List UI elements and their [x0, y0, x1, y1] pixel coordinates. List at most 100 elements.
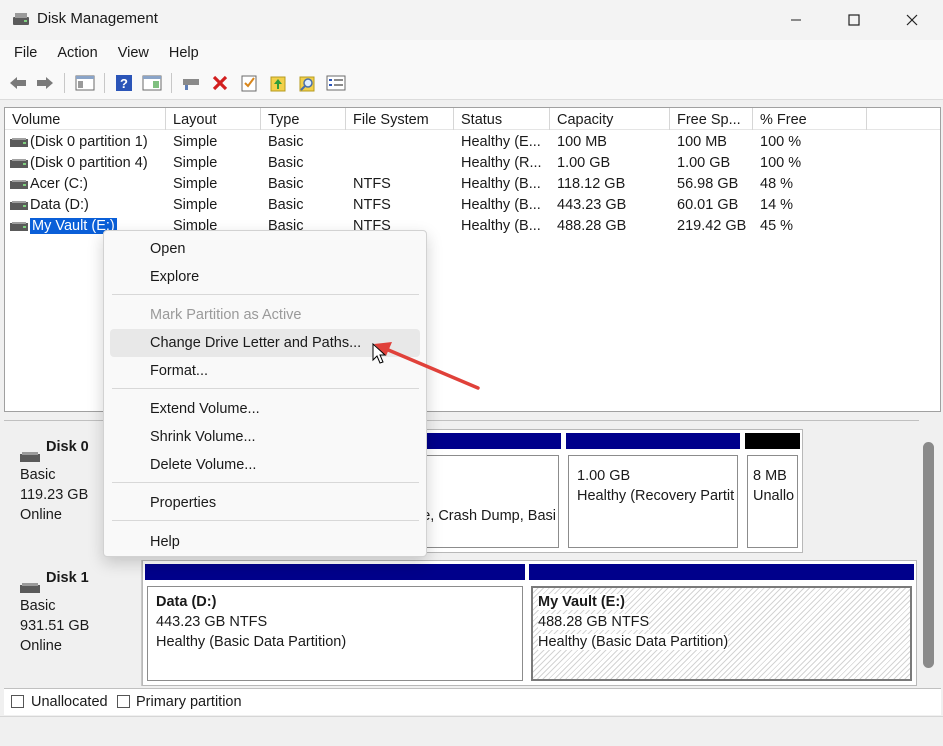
- cell-status: Healthy (E...: [461, 132, 550, 153]
- disk-1-label[interactable]: Disk 1 Basic 931.51 GB Online: [8, 560, 142, 686]
- table-row[interactable]: (Disk 0 partition 4) Simple Basic Healthy (…: [5, 153, 940, 174]
- menu-view[interactable]: View: [108, 40, 159, 67]
- cell-file-system-text: NTFS: [353, 176, 391, 192]
- cell-percent-free-text: 45 %: [760, 218, 794, 234]
- partition-status: Healthy (Recovery Partit: [577, 488, 735, 504]
- cell-layout-text: Simple: [173, 155, 218, 171]
- table-row[interactable]: Acer (C:) Simple Basic NTFS Healthy (B... 118…: [5, 174, 940, 195]
- menu-separator: [112, 388, 419, 389]
- cell-free-space: 56.98 GB: [677, 174, 753, 195]
- column-status[interactable]: Status: [454, 108, 550, 130]
- menu-item-help[interactable]: Help: [110, 528, 420, 556]
- disk-0-partition-recovery[interactable]: 1.00 GB Healthy (Recovery Partit: [566, 433, 740, 550]
- disk-list-icon[interactable]: [75, 73, 95, 93]
- legend: Unallocated Primary partition: [4, 688, 941, 715]
- delete-icon[interactable]: [210, 73, 230, 93]
- cell-type-text: Basic: [268, 155, 304, 171]
- column-percent-free[interactable]: % Free: [753, 108, 867, 130]
- cell-capacity: 100 MB: [557, 132, 669, 153]
- cell-file-system: NTFS: [353, 195, 453, 216]
- svg-text:?: ?: [120, 76, 128, 91]
- disk-1-partition-e[interactable]: My Vault (E:) 488.28 GB NTFS Healthy (Ba…: [529, 564, 914, 683]
- help-topics-icon[interactable]: [142, 73, 162, 93]
- cell-percent-free: 45 %: [760, 216, 860, 237]
- export-icon[interactable]: [268, 73, 288, 93]
- cell-free-space: 1.00 GB: [677, 153, 753, 174]
- cell-volume: (Disk 0 partition 4): [30, 153, 166, 174]
- cell-layout: Simple: [173, 195, 261, 216]
- cell-layout-text: Simple: [173, 197, 218, 213]
- disk-1-status: Online: [20, 638, 62, 654]
- cell-type: Basic: [268, 174, 346, 195]
- cell-capacity-text: 100 MB: [557, 134, 607, 150]
- cell-file-system-text: NTFS: [353, 197, 391, 213]
- properties-icon[interactable]: [326, 73, 346, 93]
- disk-0-size: 119.23 GB: [20, 487, 89, 503]
- disk-1-partition-d[interactable]: Data (D:) 443.23 GB NTFS Healthy (Basic …: [145, 564, 525, 683]
- cell-capacity: 488.28 GB: [557, 216, 669, 237]
- menu-item-open[interactable]: Open: [110, 235, 420, 263]
- cell-free-space-text: 219.42 GB: [677, 218, 747, 234]
- menu-item-format[interactable]: Format...: [110, 357, 420, 385]
- menu-item-change-drive-letter[interactable]: Change Drive Letter and Paths...: [110, 329, 420, 357]
- menu-help[interactable]: Help: [159, 40, 209, 67]
- cell-file-system: [353, 153, 453, 174]
- search-icon[interactable]: [297, 73, 317, 93]
- back-icon[interactable]: [8, 73, 28, 93]
- menu-item-extend-volume[interactable]: Extend Volume...: [110, 395, 420, 423]
- table-row[interactable]: Data (D:) Simple Basic NTFS Healthy (B... 443…: [5, 195, 940, 216]
- connect-icon[interactable]: [181, 73, 201, 93]
- menu-action[interactable]: Action: [47, 40, 107, 67]
- cell-status-text: Healthy (B...: [461, 197, 541, 213]
- menu-separator: [112, 294, 419, 295]
- cell-volume-text: Data (D:): [30, 197, 89, 213]
- cell-layout-text: Simple: [173, 134, 218, 150]
- minimize-button[interactable]: [767, 0, 825, 40]
- minimize-icon: [791, 19, 801, 21]
- cell-percent-free: 48 %: [760, 174, 860, 195]
- menu-item-properties[interactable]: Properties: [110, 489, 420, 517]
- partition-body: Data (D:) 443.23 GB NTFS Healthy (Basic …: [147, 586, 523, 681]
- table-row[interactable]: (Disk 0 partition 1) Simple Basic Healthy (…: [5, 132, 940, 153]
- cell-volume-text: (Disk 0 partition 4): [30, 155, 148, 171]
- drive-icon: [10, 159, 28, 168]
- partition-size: 1.00 GB: [577, 468, 631, 484]
- toolbar: ?: [0, 67, 943, 100]
- column-capacity[interactable]: Capacity: [550, 108, 670, 130]
- cell-capacity: 443.23 GB: [557, 195, 669, 216]
- column-free-space[interactable]: Free Sp...: [670, 108, 753, 130]
- scrollbar-thumb[interactable]: [923, 442, 934, 668]
- cell-status: Healthy (R...: [461, 153, 550, 174]
- column-volume[interactable]: Volume: [5, 108, 166, 130]
- cell-percent-free-text: 14 %: [760, 197, 794, 213]
- menu-item-delete-volume[interactable]: Delete Volume...: [110, 451, 420, 479]
- menu-item-mark-active: Mark Partition as Active: [150, 307, 302, 323]
- cell-capacity: 1.00 GB: [557, 153, 669, 174]
- drive-icon: [10, 201, 28, 210]
- check-icon[interactable]: [239, 73, 259, 93]
- cell-type-text: Basic: [268, 197, 304, 213]
- menu-file[interactable]: File: [4, 40, 47, 67]
- menu-item-shrink-volume[interactable]: Shrink Volume...: [110, 423, 420, 451]
- disk-1-name: Disk 1: [20, 570, 89, 593]
- primary-partition-bar: [566, 433, 740, 449]
- disk-icon: [20, 452, 40, 462]
- menu-item-explore[interactable]: Explore: [110, 263, 420, 291]
- forward-icon[interactable]: [35, 73, 55, 93]
- partition-status: e, Crash Dump, Basi: [422, 508, 556, 524]
- unallocated-swatch: [11, 695, 24, 708]
- column-type[interactable]: Type: [261, 108, 346, 130]
- maximize-button[interactable]: [825, 0, 883, 40]
- disk-1-size: 931.51 GB: [20, 618, 90, 634]
- column-file-system[interactable]: File System: [346, 108, 454, 130]
- column-layout[interactable]: Layout: [166, 108, 261, 130]
- help-icon[interactable]: ?: [114, 73, 134, 93]
- cell-capacity-text: 443.23 GB: [557, 197, 627, 213]
- close-button[interactable]: [883, 0, 941, 40]
- partition-title: My Vault (E:): [538, 594, 626, 610]
- cell-layout: Simple: [173, 174, 261, 195]
- primary-partition-bar: [529, 564, 914, 580]
- title-bar[interactable]: Disk Management: [0, 0, 943, 40]
- cell-status: Healthy (B...: [461, 174, 550, 195]
- disk-0-unallocated[interactable]: 8 MB Unallo: [745, 433, 800, 550]
